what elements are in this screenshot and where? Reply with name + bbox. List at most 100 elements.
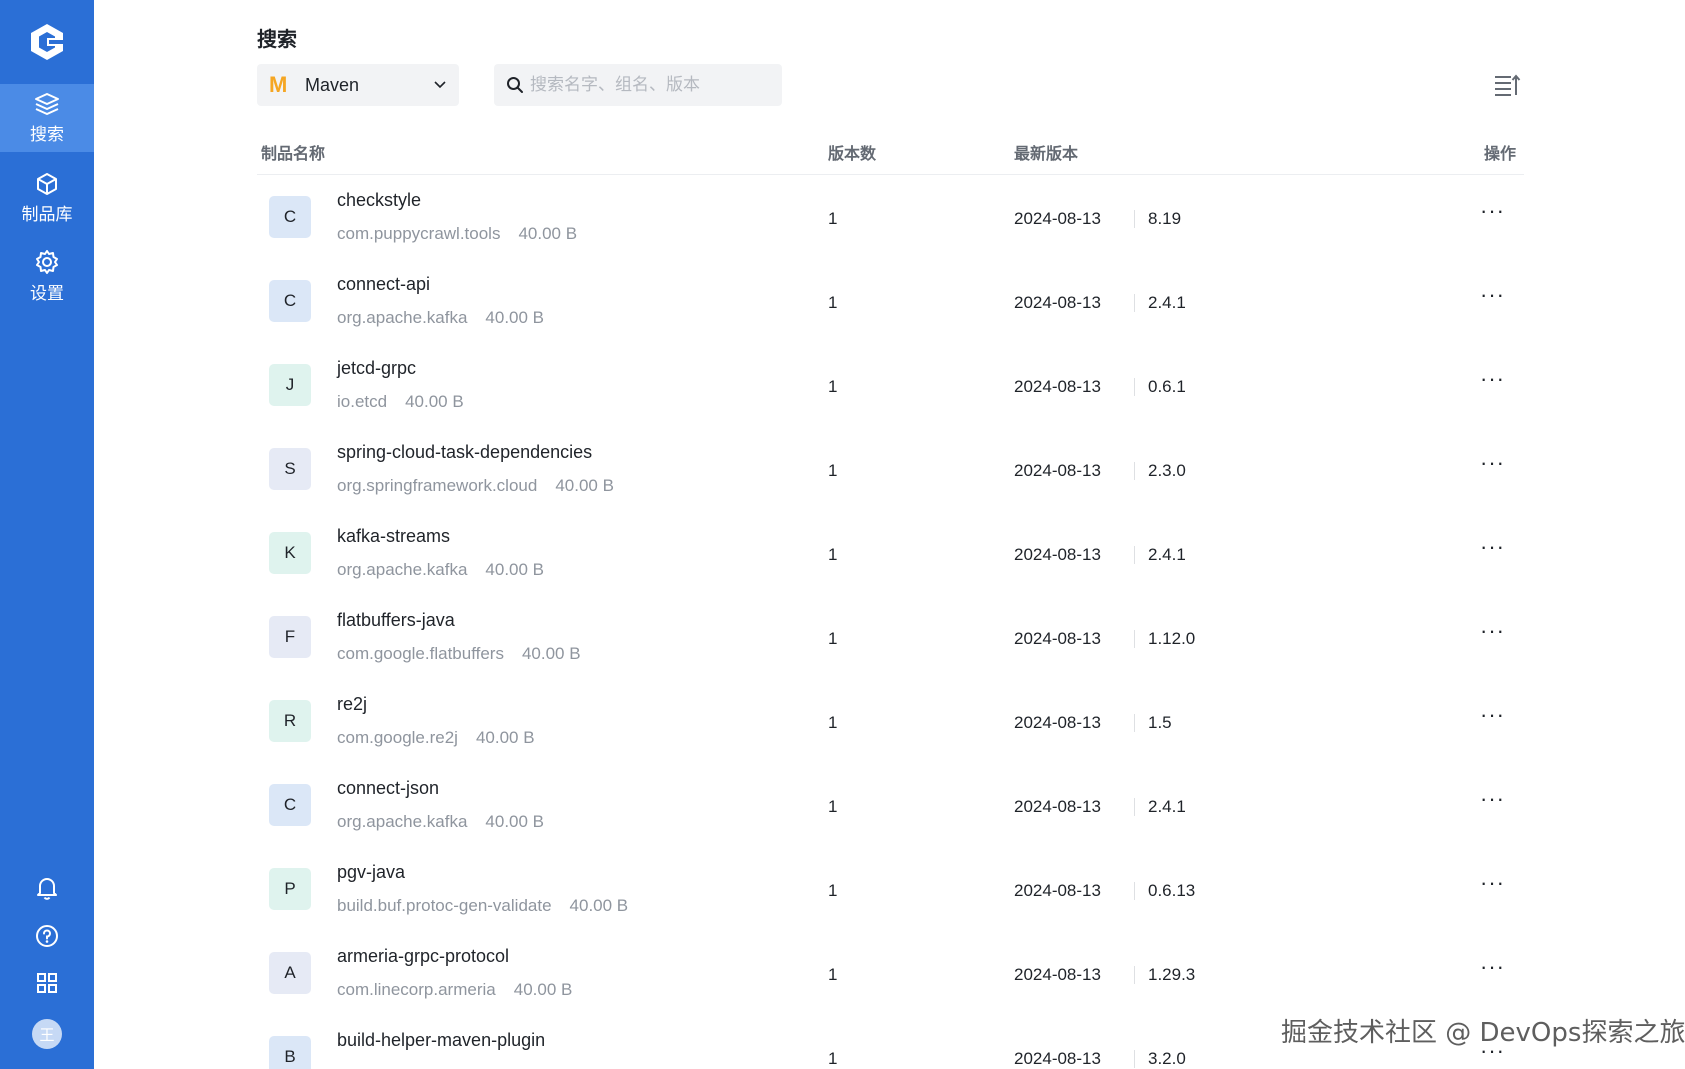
artifact-initial-badge: S	[269, 448, 311, 490]
latest-date: 2024-08-13	[1014, 713, 1101, 732]
more-actions-button[interactable]: ···	[1480, 198, 1505, 224]
artifact-size: 40.00 B	[555, 476, 614, 495]
more-actions-button[interactable]: ···	[1480, 534, 1505, 560]
table-row[interactable]: Jjetcd-grpc io.etcd 40.00 B 1 2024-08-13 0.6.…	[257, 344, 1524, 428]
version-count: 1	[828, 629, 838, 648]
search-field[interactable]	[494, 64, 782, 106]
column-header-count: 版本数	[828, 144, 877, 163]
more-actions-button[interactable]: ···	[1480, 450, 1505, 476]
artifact-initial-badge: C	[269, 784, 311, 826]
artifact-size: 40.00 B	[405, 392, 464, 411]
artifact-size: 40.00 B	[521, 644, 581, 663]
more-actions-button[interactable]: ···	[1480, 366, 1505, 392]
artifact-initial-badge: P	[269, 868, 311, 910]
more-actions-button[interactable]: ···	[1480, 282, 1505, 308]
artifact-meta: org.springframework.cloud 40.00 B	[337, 476, 614, 496]
divider	[1134, 462, 1135, 480]
column-header-name: 制品名称	[261, 144, 326, 163]
artifact-group: com.linecorp.armeria	[337, 980, 496, 999]
gear-icon	[36, 249, 58, 274]
artifact-name[interactable]: build-helper-maven-plugin	[337, 1030, 545, 1051]
divider	[1134, 714, 1135, 732]
artifact-name[interactable]: connect-json	[337, 778, 439, 799]
artifact-initial-badge: B	[269, 1036, 311, 1069]
bell-icon	[37, 878, 57, 900]
help-button[interactable]	[0, 916, 94, 956]
artifact-name[interactable]: connect-api	[337, 274, 430, 295]
artifact-size: 40.00 B	[518, 224, 578, 243]
artifact-size: 40.00 B	[485, 308, 545, 327]
column-header-latest: 最新版本	[1014, 144, 1079, 163]
artifact-initial-badge: C	[269, 280, 311, 322]
table-row[interactable]: Kkafka-streams org.apache.kafka 40.00 B 1 20…	[257, 512, 1524, 596]
latest-version: 8.19	[1148, 209, 1182, 228]
version-count: 1	[828, 797, 838, 816]
watermark: 掘金技术社区 @ DevOps探索之旅	[1281, 1018, 1685, 1048]
latest-version: 2.4.1	[1148, 293, 1186, 312]
artifact-initial-badge: C	[269, 196, 311, 238]
sidebar-item-search[interactable]: 搜索	[0, 84, 94, 152]
more-actions-button[interactable]: ···	[1480, 786, 1505, 812]
artifact-meta: com.google.flatbuffers 40.00 B	[337, 644, 581, 664]
table-header: 制品名称 版本数 最新版本 操作	[257, 125, 1524, 175]
version-count: 1	[828, 209, 838, 228]
artifact-meta: org.apache.kafka 40.00 B	[337, 812, 544, 832]
sort-button[interactable]	[1490, 68, 1524, 102]
artifact-name[interactable]: flatbuffers-java	[337, 610, 455, 631]
artifact-initial-badge: R	[269, 700, 311, 742]
artifact-name[interactable]: spring-cloud-task-dependencies	[337, 442, 592, 463]
artifact-name[interactable]: re2j	[337, 694, 367, 715]
artifact-name[interactable]: pgv-java	[337, 862, 405, 883]
divider	[1134, 1050, 1135, 1068]
table-row[interactable]: Cconnect-json org.apache.kafka 40.00 B 1 202…	[257, 764, 1524, 848]
artifact-name[interactable]: armeria-grpc-protocol	[337, 946, 509, 967]
more-actions-button[interactable]: ···	[1480, 702, 1505, 728]
apps-button[interactable]	[0, 963, 94, 1003]
search-input[interactable]	[530, 75, 760, 95]
maven-icon: M	[269, 72, 288, 97]
table-row[interactable]: Ccheckstyle com.puppycrawl.tools 40.00 B 1 2…	[257, 176, 1524, 260]
latest-version: 1.5	[1148, 713, 1172, 732]
table-row[interactable]: Rre2j com.google.re2j 40.00 B 1 2024-08-13 1.…	[257, 680, 1524, 764]
more-actions-button[interactable]: ···	[1480, 618, 1505, 644]
table-row[interactable]: Ppgv-java build.buf.protoc-gen-validate 40…	[257, 848, 1524, 932]
user-menu[interactable]: 王	[0, 1014, 94, 1054]
divider	[1134, 546, 1135, 564]
artifact-size: 40.00 B	[485, 560, 545, 579]
column-header-actions: 操作	[1484, 144, 1517, 163]
version-count: 1	[828, 965, 838, 984]
more-actions-button[interactable]: ···	[1480, 954, 1505, 980]
artifact-meta: com.linecorp.armeria 40.00 B	[337, 980, 572, 1000]
artifact-meta	[337, 1064, 355, 1069]
divider	[1134, 378, 1135, 396]
repo-type-label: Maven	[305, 74, 360, 95]
latest-date: 2024-08-13	[1014, 797, 1101, 816]
artifact-group: build.buf.protoc-gen-validate	[337, 896, 552, 915]
sidebar-item-settings[interactable]: 设置	[0, 242, 94, 310]
artifact-name[interactable]: checkstyle	[337, 190, 421, 211]
table-row[interactable]: Sspring-cloud-task-dependencies org.sprin…	[257, 428, 1524, 512]
artifact-group: com.puppycrawl.tools	[337, 224, 501, 243]
avatar: 王	[32, 1019, 62, 1049]
cube-icon	[37, 172, 57, 195]
latest-date: 2024-08-13	[1014, 1049, 1101, 1068]
more-actions-button[interactable]: ···	[1480, 870, 1505, 896]
artifact-name[interactable]: jetcd-grpc	[337, 358, 416, 379]
version-count: 1	[828, 461, 838, 480]
repo-type-select[interactable]: M Maven	[257, 64, 459, 106]
artifact-name[interactable]: kafka-streams	[337, 526, 450, 547]
notifications-button[interactable]	[0, 868, 94, 908]
artifact-initial-badge: K	[269, 532, 311, 574]
latest-version: 0.6.13	[1148, 881, 1196, 900]
page-title: 搜索	[257, 27, 297, 51]
latest-version: 2.3.0	[1148, 461, 1186, 480]
table-row[interactable]: Cconnect-api org.apache.kafka 40.00 B 1 2024…	[257, 260, 1524, 344]
app-logo[interactable]	[0, 0, 94, 84]
version-count: 1	[828, 545, 838, 564]
divider	[1134, 210, 1135, 228]
latest-date: 2024-08-13	[1014, 965, 1101, 984]
latest-date: 2024-08-13	[1014, 881, 1101, 900]
table-row[interactable]: Fflatbuffers-java com.google.flatbuffers 4…	[257, 596, 1524, 680]
sidebar-item-artifacts[interactable]: 制品库	[0, 164, 94, 232]
table-row[interactable]: Aarmeria-grpc-protocol com.linecorp.armer…	[257, 932, 1524, 1016]
